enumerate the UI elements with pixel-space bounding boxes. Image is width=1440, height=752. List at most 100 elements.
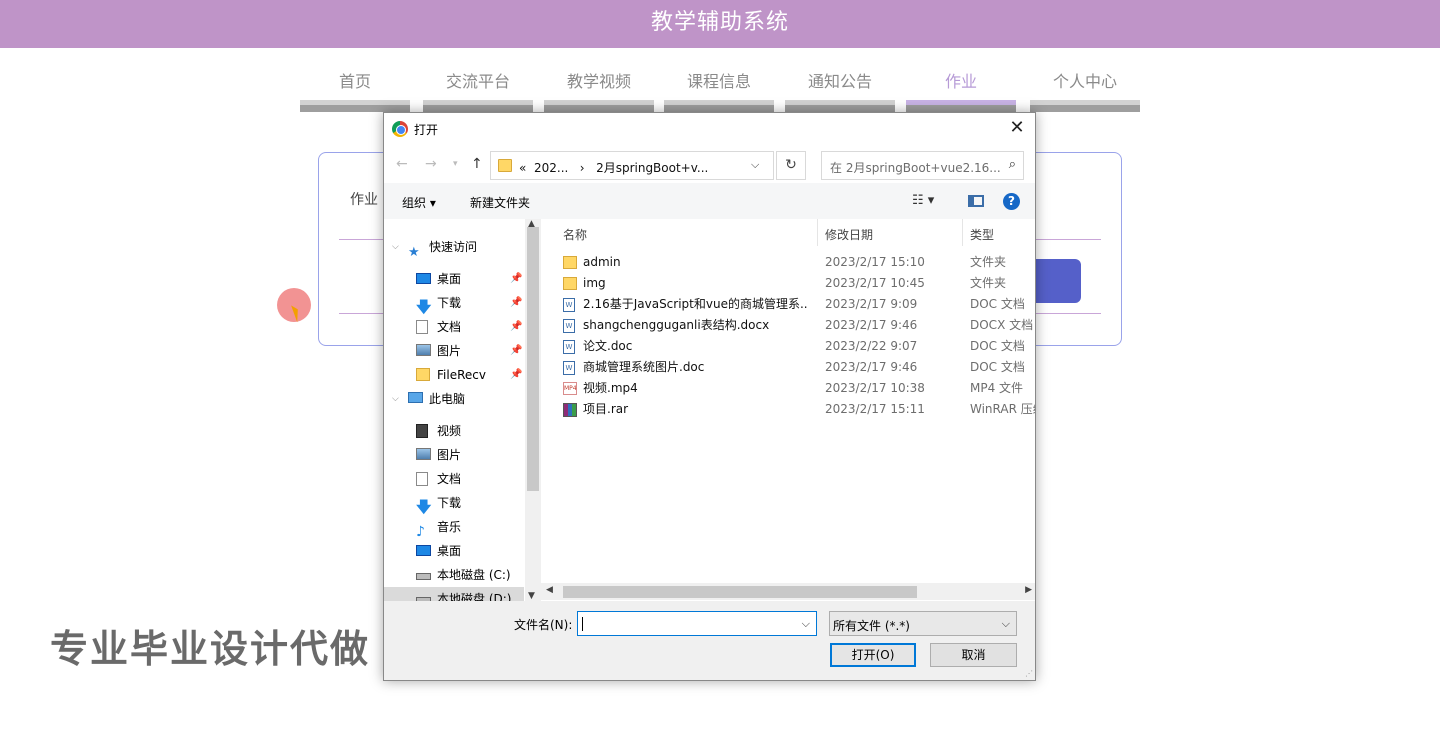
- file-row[interactable]: W 2.16基于JavaScript和vue的商城管理系... 2023/2/17 …: [541, 294, 1035, 315]
- chevron-down-icon[interactable]: ⌵: [802, 617, 810, 631]
- address-row: ← → ▾ ↑ « 202... › 2月springBoot+v... ⌵ ↻…: [384, 145, 1035, 183]
- music-icon: ♪: [416, 524, 425, 540]
- file-open-dialog: 打开 ✕ ← → ▾ ↑ « 202... › 2月springBoot+v..…: [383, 112, 1036, 681]
- file-date: 2023/2/17 9:46: [825, 360, 918, 374]
- sidebar-item[interactable]: ⌵ 此电脑: [384, 387, 524, 411]
- filename-label: 文件名(N):: [514, 618, 573, 632]
- help-icon[interactable]: ?: [1003, 193, 1020, 210]
- star-icon: ★: [408, 245, 420, 260]
- scroll-right-icon[interactable]: ▶: [1025, 585, 1032, 595]
- filename-input[interactable]: ⌵: [577, 611, 817, 636]
- open-button[interactable]: 打开(O): [830, 643, 916, 667]
- column-type[interactable]: 类型: [970, 226, 994, 243]
- file-row[interactable]: W 论文.doc 2023/2/22 9:07 DOC 文档: [541, 336, 1035, 357]
- file-row[interactable]: Wshangchengguganli表结构.docx 2023/2/17 9:46…: [541, 315, 1035, 336]
- refresh-icon[interactable]: ↻: [776, 151, 806, 180]
- file-row[interactable]: W 商城管理系统图片.doc 2023/2/17 9:46 DOC 文档: [541, 357, 1035, 378]
- sidebar-item-label: 视频: [437, 424, 462, 438]
- file-row[interactable]: img 2023/2/17 10:45 文件夹: [541, 273, 1035, 294]
- sidebar-item[interactable]: ⌵ ★ 快速访问: [384, 235, 524, 260]
- search-box[interactable]: 在 2月springBoot+vue2.16... ⌕: [821, 151, 1024, 180]
- file-type: MP4 文件: [970, 381, 1024, 395]
- up-arrow-icon[interactable]: ↑: [471, 156, 483, 172]
- address-bar[interactable]: « 202... › 2月springBoot+v... ⌵: [490, 151, 774, 180]
- preview-pane-icon[interactable]: [968, 195, 984, 207]
- sidebar-item-label: 图片: [437, 344, 462, 358]
- nav-notices[interactable]: 通知公告: [785, 66, 895, 112]
- nav-label: 课程信息: [686, 72, 751, 91]
- word-doc-icon: W: [563, 319, 577, 333]
- breadcrumb-item[interactable]: 202...: [534, 161, 568, 175]
- scrollbar-thumb[interactable]: [527, 227, 539, 491]
- column-date[interactable]: 修改日期: [825, 226, 873, 243]
- sidebar-item[interactable]: 桌面 📌: [384, 267, 524, 291]
- sidebar-item[interactable]: FileRecv 📌: [384, 363, 524, 387]
- dialog-toolbar: 组织 ▾ 新建文件夹 ☷ ▾ ?: [384, 183, 1035, 219]
- file-type: 文件夹: [970, 276, 1007, 290]
- back-arrow-icon[interactable]: ←: [396, 156, 408, 172]
- breadcrumb-overflow[interactable]: «: [519, 161, 526, 175]
- file-row[interactable]: admin 2023/2/17 15:10 文件夹: [541, 252, 1035, 273]
- chevron-down-icon[interactable]: ⌵: [751, 158, 759, 172]
- file-row[interactable]: 项目.rar 2023/2/17 15:11 WinRAR 压缩: [541, 399, 1035, 420]
- dialog-titlebar: 打开 ✕: [384, 113, 1035, 145]
- video-icon: [416, 424, 431, 438]
- file-date: 2023/2/17 10:45: [825, 276, 925, 290]
- file-name: 2.16基于JavaScript和vue的商城管理系...: [583, 297, 808, 311]
- file-list-hscrollbar[interactable]: ◀ ▶: [541, 583, 1035, 600]
- search-icon[interactable]: ⌕: [1009, 157, 1016, 172]
- organize-menu[interactable]: 组织 ▾: [402, 194, 436, 211]
- nav-label: 首页: [338, 72, 371, 91]
- folder-icon: [563, 256, 577, 270]
- sidebar-item[interactable]: ♪ 音乐: [384, 515, 524, 539]
- file-row[interactable]: MP4 视频.mp4 2023/2/17 10:38 MP4 文件: [541, 378, 1035, 399]
- sidebar-item[interactable]: 桌面: [384, 539, 524, 563]
- sidebar-item[interactable]: 🡇 下载: [384, 491, 524, 515]
- file-name: shangchengguganli表结构.docx: [583, 318, 770, 332]
- nav-forum[interactable]: 交流平台: [423, 66, 533, 112]
- chevron-down-icon[interactable]: ⌵: [1002, 617, 1010, 631]
- expand-chevron-icon[interactable]: ⌵: [392, 235, 399, 259]
- nav-home[interactable]: 首页: [300, 66, 410, 112]
- nav-videos[interactable]: 教学视频: [544, 66, 654, 112]
- column-name[interactable]: 名称: [563, 226, 587, 243]
- folder-icon: [498, 159, 512, 172]
- forward-arrow-icon[interactable]: →: [425, 156, 437, 172]
- breadcrumb-item[interactable]: 2月springBoot+v...: [596, 161, 708, 175]
- folder-icon: [416, 368, 431, 382]
- dialog-title: 打开: [414, 123, 439, 137]
- file-name: 项目.rar: [583, 402, 629, 416]
- new-folder-button[interactable]: 新建文件夹: [470, 194, 530, 211]
- resize-grip-icon[interactable]: ⋰: [1025, 669, 1033, 678]
- sidebar-item-label: 桌面: [437, 272, 462, 286]
- expand-chevron-icon[interactable]: ⌵: [392, 387, 399, 411]
- sidebar-item[interactable]: 本地磁盘 (C:): [384, 563, 524, 587]
- scroll-down-icon[interactable]: ▼: [528, 591, 535, 601]
- sidebar-item[interactable]: 本地磁盘 (D:): [384, 587, 524, 601]
- file-type: DOCX 文档: [970, 318, 1034, 332]
- close-icon[interactable]: ✕: [1005, 117, 1029, 141]
- document-icon: [416, 472, 431, 486]
- file-name: 论文.doc: [583, 339, 633, 353]
- nav-homework[interactable]: 作业: [906, 66, 1016, 112]
- scroll-left-icon[interactable]: ◀: [546, 585, 553, 595]
- sidebar-item[interactable]: 图片 📌: [384, 339, 524, 363]
- sidebar-item[interactable]: 图片: [384, 443, 524, 467]
- cancel-button[interactable]: 取消: [930, 643, 1017, 667]
- sidebar-item[interactable]: 视频: [384, 419, 524, 443]
- history-chevron-icon[interactable]: ▾: [453, 159, 458, 169]
- nav-profile[interactable]: 个人中心: [1030, 66, 1140, 112]
- nav-courses[interactable]: 课程信息: [664, 66, 774, 112]
- pin-icon: 📌: [510, 273, 523, 284]
- navigation-scrollbar[interactable]: ▲ ▼: [525, 219, 541, 601]
- navigation-pane: ⌵ ★ 快速访问 桌面 📌 🡇 下载 📌 文档 📌 图片 📌 FileRecv 📌 ⌵ 此电脑 视频 图片 文档 🡇 下…: [384, 219, 541, 601]
- scrollbar-thumb[interactable]: [563, 586, 917, 598]
- view-options-icon[interactable]: ☷ ▾: [912, 193, 934, 208]
- sidebar-item[interactable]: 🡇 下载 📌: [384, 291, 524, 315]
- sidebar-item[interactable]: 文档 📌: [384, 315, 524, 339]
- upload-button[interactable]: [1029, 259, 1081, 303]
- sidebar-item[interactable]: 文档: [384, 467, 524, 491]
- filetype-select[interactable]: 所有文件 (*.*) ⌵: [829, 611, 1017, 636]
- file-list-header: ⌃ 名称 修改日期 类型: [541, 219, 1035, 246]
- file-type: 文件夹: [970, 255, 1007, 269]
